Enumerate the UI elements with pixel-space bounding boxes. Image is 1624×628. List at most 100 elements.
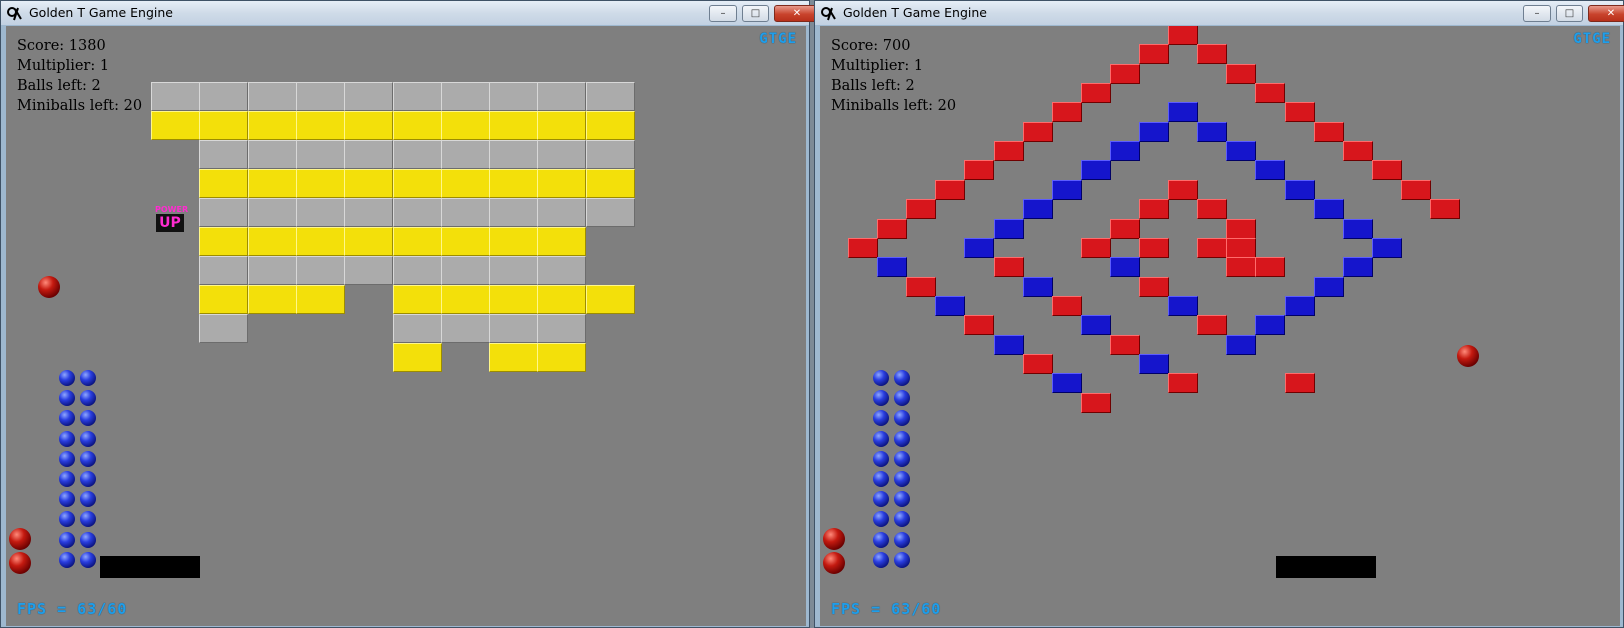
powerup-label-top: POWER xyxy=(155,205,189,214)
miniball xyxy=(873,370,889,386)
red-brick xyxy=(1022,121,1053,142)
blue-brick xyxy=(964,237,995,258)
blue-brick xyxy=(1109,141,1140,162)
yellow-brick xyxy=(392,343,442,372)
close-icon: ✕ xyxy=(1606,8,1616,19)
blue-brick xyxy=(1139,121,1169,142)
red-brick xyxy=(1109,63,1140,84)
gray-brick xyxy=(440,198,490,227)
gray-brick xyxy=(344,256,394,285)
yellow-brick xyxy=(440,169,490,198)
maximize-button[interactable]: □ xyxy=(1556,5,1583,22)
game-window-right: Golden T Game Engine – □ ✕ Score: 700 Mu… xyxy=(814,0,1624,628)
red-brick xyxy=(1080,392,1111,413)
red-brick xyxy=(1109,218,1140,239)
powerup-item: POWER UP xyxy=(155,205,189,233)
miniball xyxy=(80,491,96,508)
gray-brick xyxy=(295,140,345,169)
yellow-brick xyxy=(537,343,587,372)
miniball xyxy=(894,471,910,487)
miniball xyxy=(80,450,96,467)
yellow-brick xyxy=(585,285,635,314)
blue-brick xyxy=(1080,160,1111,181)
app-icon xyxy=(821,7,836,21)
red-brick xyxy=(1197,237,1228,258)
blue-brick xyxy=(1226,141,1257,162)
gray-brick xyxy=(440,140,490,169)
red-brick xyxy=(906,276,937,297)
yellow-brick xyxy=(199,285,249,314)
gray-brick xyxy=(247,140,297,169)
red-brick xyxy=(1051,102,1082,123)
gray-brick xyxy=(440,256,490,285)
gray-brick xyxy=(392,140,442,169)
title-bar[interactable]: Golden T Game Engine – □ ✕ xyxy=(815,1,1624,25)
miniball xyxy=(894,370,910,386)
minimize-icon: – xyxy=(1534,8,1540,19)
miniball xyxy=(894,430,910,447)
minimize-icon: – xyxy=(720,8,726,19)
gray-brick xyxy=(392,314,442,343)
red-brick xyxy=(1255,83,1286,104)
miniball xyxy=(873,390,889,407)
red-brick xyxy=(1051,295,1082,316)
blue-brick xyxy=(1284,295,1315,316)
red-brick xyxy=(1400,179,1431,200)
blue-brick xyxy=(1051,179,1082,200)
miniball xyxy=(894,491,910,508)
gray-brick xyxy=(537,198,587,227)
gray-brick xyxy=(295,198,345,227)
paddle[interactable] xyxy=(1276,556,1376,578)
minimize-button[interactable]: – xyxy=(709,5,737,22)
miniball xyxy=(59,531,75,548)
miniball xyxy=(59,370,75,386)
red-brick xyxy=(1430,199,1460,220)
balls-left-text: Balls left: 2 xyxy=(831,78,915,94)
gray-brick xyxy=(585,140,635,169)
gray-brick xyxy=(344,82,394,111)
maximize-button[interactable]: □ xyxy=(742,5,769,22)
gray-brick xyxy=(199,256,249,285)
reserve-ball xyxy=(9,552,31,574)
miniball xyxy=(894,511,910,528)
title-bar[interactable]: Golden T Game Engine – □ ✕ xyxy=(1,1,820,25)
paddle[interactable] xyxy=(100,556,200,578)
yellow-brick xyxy=(440,111,490,140)
red-brick xyxy=(1197,315,1228,336)
yellow-brick xyxy=(392,227,442,256)
blue-brick xyxy=(1255,315,1286,336)
multiplier-text: Multiplier: 1 xyxy=(831,58,924,74)
gray-brick xyxy=(344,198,394,227)
yellow-brick xyxy=(199,169,249,198)
red-brick xyxy=(1139,276,1169,297)
blue-brick xyxy=(1342,218,1373,239)
red-brick xyxy=(1226,257,1257,278)
gray-brick xyxy=(199,198,249,227)
gray-brick xyxy=(199,82,249,111)
score-text: Score: 1380 xyxy=(17,38,106,54)
red-brick xyxy=(1255,257,1286,278)
reserve-ball xyxy=(823,528,845,550)
gray-brick xyxy=(489,256,539,285)
close-icon: ✕ xyxy=(792,8,802,19)
blue-brick xyxy=(1342,257,1373,278)
blue-brick xyxy=(1051,373,1082,394)
red-brick xyxy=(1139,237,1169,258)
yellow-brick xyxy=(295,111,345,140)
yellow-brick xyxy=(537,227,587,256)
game-playfield[interactable]: Score: 1380 Multiplier: 1 Balls left: 2 … xyxy=(6,26,806,626)
red-brick xyxy=(1080,237,1111,258)
game-playfield[interactable]: Score: 700 Multiplier: 1 Balls left: 2 M… xyxy=(820,26,1620,626)
minimize-button[interactable]: – xyxy=(1523,5,1551,22)
gray-brick xyxy=(199,140,249,169)
close-button[interactable]: ✕ xyxy=(1588,5,1624,22)
game-ball xyxy=(1457,345,1479,367)
blue-brick xyxy=(1168,295,1199,316)
gray-brick xyxy=(440,82,490,111)
miniball xyxy=(80,390,96,407)
score-text: Score: 700 xyxy=(831,38,911,54)
red-brick xyxy=(935,179,966,200)
blue-brick xyxy=(1168,102,1199,123)
miniball xyxy=(894,531,910,548)
gtge-logo: GTGE xyxy=(759,31,797,47)
